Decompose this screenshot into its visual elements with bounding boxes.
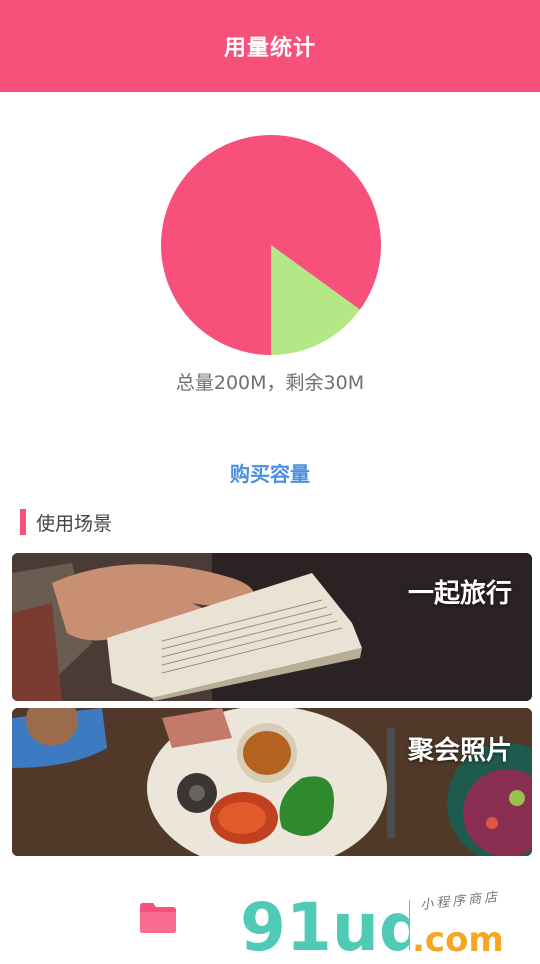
bottom-bar: 91ud 小程序商店 .com xyxy=(0,860,540,964)
section-title: 使用场景 xyxy=(36,512,113,535)
scene-card-travel[interactable]: 一起旅行 xyxy=(12,553,532,701)
page-title: 用量统计 xyxy=(223,36,316,61)
watermark-domain: .com xyxy=(412,920,504,960)
watermark-logo: 91ud xyxy=(240,888,426,964)
section-header: 使用场景 xyxy=(20,508,112,536)
watermark-logo-mark: 91ud xyxy=(240,889,426,964)
scene-card-party[interactable]: 聚会照片 xyxy=(12,708,532,856)
usage-pie-chart xyxy=(161,135,381,355)
usage-pie-area xyxy=(0,92,540,372)
scene-card-label: 一起旅行 xyxy=(407,579,512,609)
folder-icon[interactable] xyxy=(138,900,178,934)
buy-capacity-link[interactable]: 购买容量 xyxy=(0,458,540,487)
usage-summary: 总量200M，剩余30M xyxy=(175,372,365,394)
watermark-main-text: 91ud xyxy=(240,889,410,960)
header-bar: 用量统计 xyxy=(0,0,540,92)
section-accent-bar xyxy=(20,509,26,535)
watermark-tagline: 小程序商店 xyxy=(419,889,501,914)
scene-card-label: 聚会照片 xyxy=(407,736,512,766)
